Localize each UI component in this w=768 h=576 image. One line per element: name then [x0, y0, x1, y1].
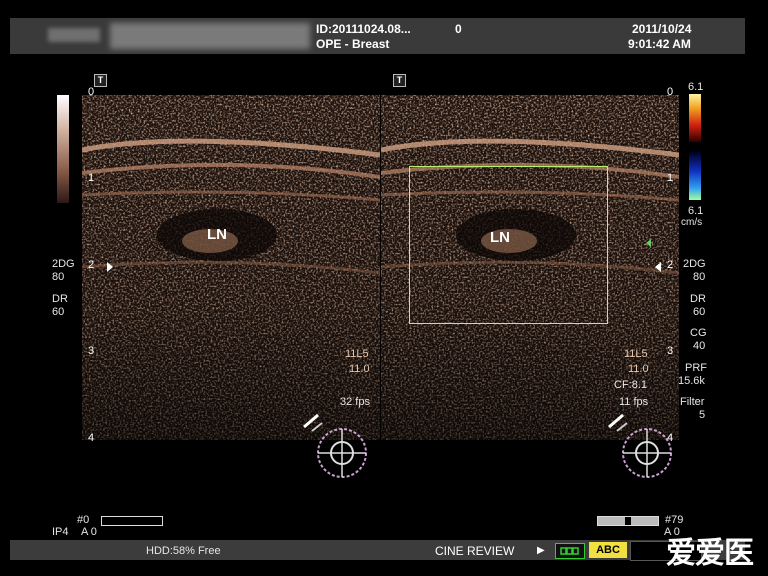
right-filter-value: 5 — [699, 409, 706, 421]
exam-time: 9:01:42 AM — [628, 37, 691, 51]
ip-label: IP4 — [52, 526, 69, 538]
play-icon[interactable]: ▶ — [537, 545, 545, 556]
right-prf-label: PRF — [685, 362, 707, 374]
depth-label: 3 — [88, 345, 95, 357]
watermark-text: 爱爱医 — [666, 536, 754, 571]
patient-id: ID:20111024.08... — [316, 22, 411, 36]
cine-review-label: CINE REVIEW — [435, 544, 515, 558]
right-probe: 11L5 — [624, 348, 648, 360]
angle-left: A 0 — [81, 526, 97, 538]
left-freq: 11.0 — [349, 363, 370, 375]
depth-label: 1 — [88, 172, 95, 184]
color-baseline-marker-icon — [646, 239, 651, 247]
left-mode: 2DG — [52, 258, 75, 270]
depth-label: 2 — [667, 259, 674, 271]
frame-number-right: #79 — [665, 514, 684, 526]
depth-label: 4 — [88, 432, 95, 444]
right-freq: 11.0 — [628, 363, 649, 375]
depth-label: 1 — [667, 172, 674, 184]
depth-label: 3 — [667, 345, 674, 357]
focus-marker-icon — [655, 262, 661, 272]
left-dr-value: 60 — [52, 306, 65, 318]
header-extra: 0 — [455, 22, 462, 36]
color-scale-bottom: 6.1 — [688, 205, 704, 217]
color-scale-unit: cm/s — [681, 217, 703, 228]
exam-date: 2011/10/24 — [632, 22, 692, 36]
right-prf-value: 15.6k — [678, 375, 705, 387]
depth-label: 0 — [88, 86, 95, 98]
right-gain: 80 — [693, 271, 706, 283]
orientation-marker-icon: T — [94, 74, 107, 87]
depth-label: 0 — [667, 86, 674, 98]
redacted-patient-name — [110, 23, 310, 49]
right-dr-label: DR — [690, 293, 706, 305]
right-cg-value: 40 — [693, 340, 706, 352]
left-ln-label: LN — [207, 226, 227, 243]
cine-progress-left[interactable] — [101, 516, 163, 526]
frame-number-left: #0 — [77, 514, 90, 526]
focus-marker-icon — [107, 262, 113, 272]
color-scale-negative — [689, 152, 701, 200]
right-mode: 2DG — [683, 258, 706, 270]
abc-annotation-button[interactable]: ABC — [589, 542, 627, 558]
probe-orientation-icon — [300, 405, 380, 490]
orientation-marker-icon: T — [393, 74, 406, 87]
probe-orientation-icon — [605, 405, 685, 490]
ultrasound-image-left[interactable] — [82, 95, 380, 440]
gray-scale-bar — [57, 95, 69, 203]
left-dr-label: DR — [52, 293, 68, 305]
right-ln-label: LN — [490, 229, 510, 246]
right-cf: CF:8.1 — [614, 379, 648, 391]
left-probe: 11L5 — [345, 348, 369, 360]
left-gain: 80 — [52, 271, 65, 283]
redacted-field — [48, 28, 100, 42]
right-dr-value: 60 — [693, 306, 706, 318]
cine-progress-right[interactable] — [597, 516, 659, 526]
hdd-status: HDD:58% Free — [146, 545, 221, 557]
cine-loop-button[interactable] — [555, 543, 585, 559]
color-scale-top: 6.1 — [688, 81, 704, 93]
exam-scope: OPE - Breast — [316, 37, 390, 51]
depth-label: 2 — [88, 259, 95, 271]
right-cg-label: CG — [690, 327, 707, 339]
color-scale-positive — [689, 94, 701, 142]
